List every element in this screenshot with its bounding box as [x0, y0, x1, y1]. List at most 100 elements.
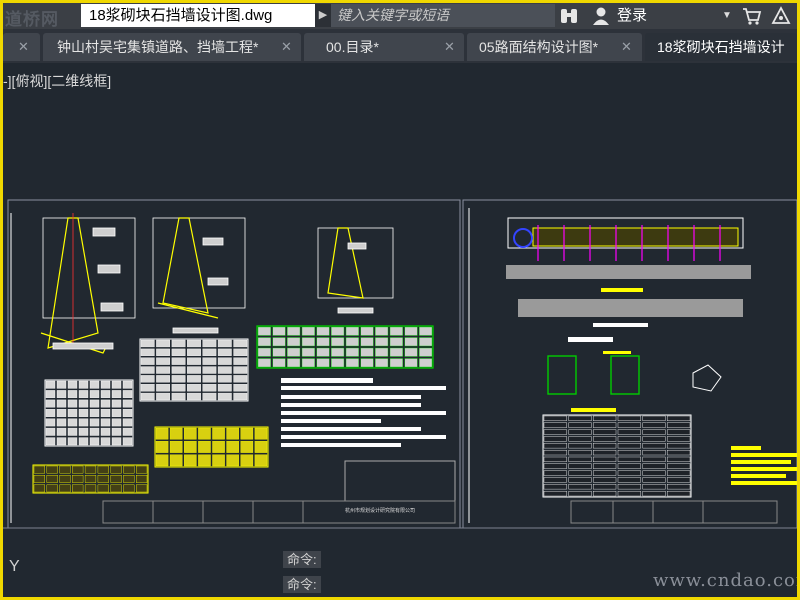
table-cell — [389, 337, 403, 347]
wall-section-2 — [152, 217, 246, 334]
table-cell — [257, 326, 271, 336]
table-cell — [642, 477, 666, 483]
user-icon[interactable] — [591, 6, 611, 26]
table-cell — [78, 390, 89, 398]
table-cell — [67, 418, 78, 427]
table-cell — [45, 380, 56, 389]
play-arrow-icon[interactable]: ▶ — [315, 4, 331, 27]
table-cell — [202, 339, 217, 348]
table-cell — [187, 348, 201, 356]
table-cell — [254, 441, 268, 453]
table-cell — [56, 418, 67, 427]
tab-contents[interactable]: 00.目录* ✕ — [304, 33, 464, 61]
table-cell — [642, 491, 666, 497]
table-cell — [593, 450, 617, 456]
table-cell — [56, 437, 67, 446]
table-cell — [240, 427, 254, 440]
table-cell — [123, 484, 135, 493]
close-icon[interactable]: ✕ — [444, 33, 455, 61]
table-cell — [78, 427, 89, 436]
table-cell — [226, 427, 239, 440]
table-cell — [212, 427, 225, 440]
table-cell — [316, 358, 330, 368]
close-icon[interactable]: ✕ — [18, 33, 29, 61]
table-cell — [593, 456, 617, 463]
table-cell — [111, 399, 122, 408]
table-cell — [110, 475, 122, 483]
table-cell — [593, 422, 617, 428]
table-cell — [140, 357, 155, 365]
table-cell — [272, 347, 286, 357]
table-cell — [89, 427, 100, 436]
table-cell — [67, 437, 78, 446]
table-cell — [404, 326, 418, 336]
table-cell — [89, 380, 100, 389]
table-cell — [202, 375, 217, 383]
table-cell — [56, 380, 67, 389]
table-cell — [135, 475, 148, 483]
table-cell — [187, 392, 201, 401]
table-cell — [667, 415, 691, 422]
table-cell — [156, 348, 170, 356]
table-cell — [59, 475, 71, 483]
table-cell — [257, 347, 271, 357]
command-line-1[interactable]: 命令: — [283, 551, 321, 568]
tab-pavement[interactable]: 05路面结构设计图* ✕ — [467, 33, 642, 61]
table-cell — [78, 418, 89, 427]
table-cell — [375, 326, 389, 336]
table-cell — [123, 465, 135, 474]
command-line-2[interactable]: 命令: — [283, 576, 321, 593]
table-cell — [617, 477, 641, 483]
table-cell — [272, 326, 286, 336]
table-cell — [543, 491, 567, 497]
binoculars-icon[interactable] — [559, 6, 579, 26]
viewport-label[interactable]: -][俯视][二维线框] — [3, 71, 111, 91]
table-cell — [169, 454, 183, 467]
close-icon[interactable]: ✕ — [281, 33, 292, 61]
table-cell — [568, 477, 592, 483]
table-cell — [331, 326, 345, 336]
table-cell — [543, 436, 567, 442]
drawing-canvas[interactable]: 杭州市规划设计研究院有限公司 — [3, 193, 797, 533]
chevron-down-icon[interactable]: ▼ — [722, 5, 732, 27]
table-cell — [642, 456, 666, 463]
table-cell — [100, 437, 111, 446]
table-cell — [233, 339, 248, 348]
table-cell — [593, 415, 617, 422]
company-name: 杭州市规划设计研究院有限公司 — [345, 507, 415, 514]
table-cell — [135, 465, 148, 474]
table-cell — [543, 477, 567, 483]
table-cell — [212, 441, 225, 453]
close-icon[interactable]: ✕ — [621, 33, 632, 61]
table-cell — [217, 375, 232, 383]
table-cell — [156, 392, 170, 401]
autodesk-a360-icon[interactable] — [771, 6, 791, 26]
table-cell — [84, 484, 97, 493]
table-cell — [360, 347, 374, 357]
table-cell — [67, 399, 78, 408]
table-cell — [72, 465, 84, 474]
tab-project[interactable]: 钟山村吴宅集镇道路、挡墙工程* ✕ — [43, 33, 301, 61]
table-cell — [140, 384, 155, 392]
table-cell — [187, 384, 201, 392]
table-cell — [568, 436, 592, 442]
table-cell — [72, 484, 84, 493]
search-input[interactable]: 键入关键字或短语 — [331, 4, 555, 27]
table-cell — [122, 390, 133, 398]
tab-label: 00.目录* — [326, 39, 379, 55]
table-cell — [122, 399, 133, 408]
table-cell — [568, 484, 592, 490]
table-cell — [97, 484, 109, 493]
rebar-details — [547, 351, 722, 412]
table-cell — [171, 366, 186, 374]
tab-left-partial[interactable]: ✕ — [3, 33, 40, 61]
table-cell — [78, 409, 89, 417]
table-cell — [140, 366, 155, 374]
table-cell — [617, 443, 641, 449]
table-cell — [155, 454, 169, 467]
cart-icon[interactable] — [742, 6, 762, 26]
tab-retaining-wall[interactable]: 18浆砌块石挡墙设计 — [645, 33, 797, 61]
table-cell — [33, 465, 46, 474]
login-button[interactable]: 登录 — [617, 5, 647, 27]
table-cell — [217, 384, 232, 392]
